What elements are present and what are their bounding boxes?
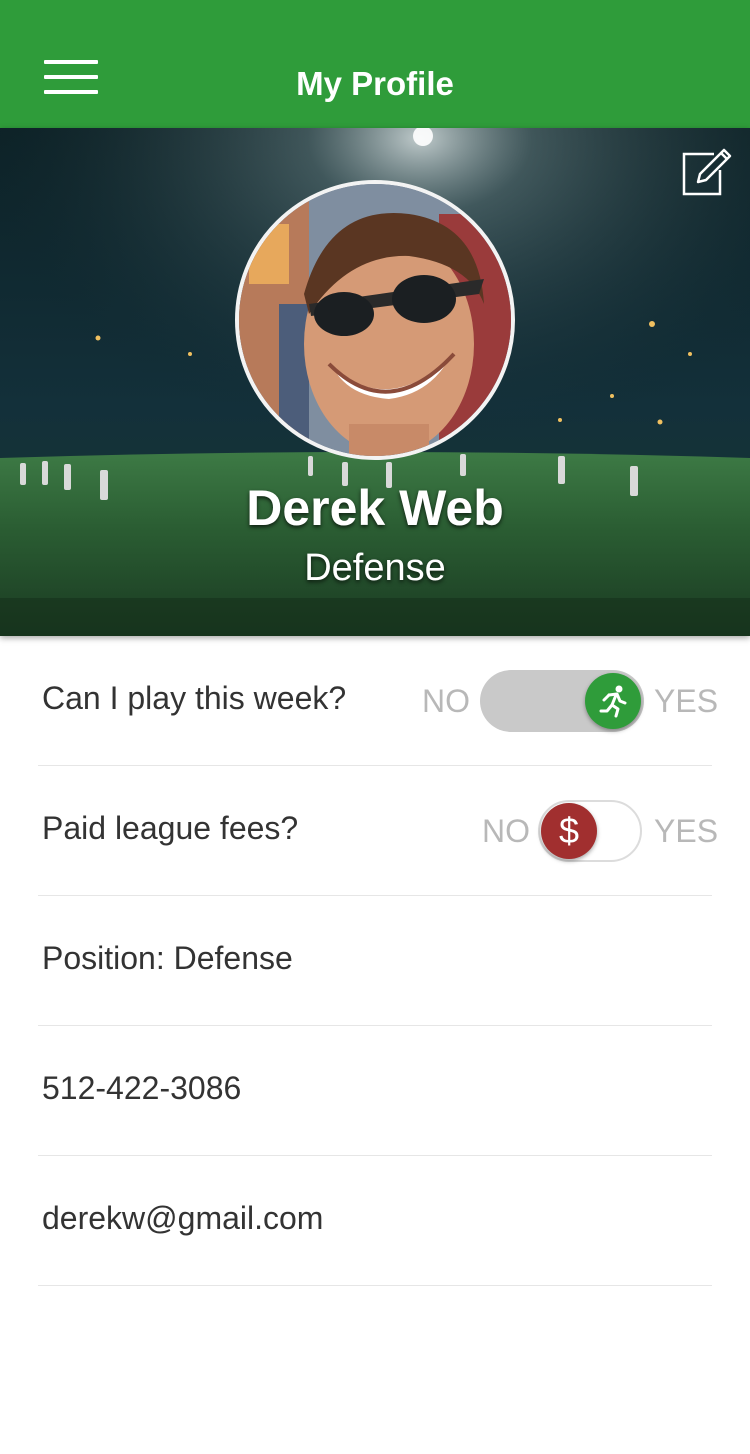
position-row: Position: Defense xyxy=(38,896,712,1026)
availability-row: Can I play this week? NO YES xyxy=(38,636,718,766)
toggle-yes-label: YES xyxy=(654,813,719,849)
phone-number[interactable]: 512-422-3086 xyxy=(42,1068,241,1108)
email-address[interactable]: derekw@gmail.com xyxy=(42,1198,323,1238)
email-row[interactable]: derekw@gmail.com xyxy=(38,1156,712,1286)
avatar-photo xyxy=(239,184,511,456)
dollar-icon[interactable]: $ xyxy=(541,803,597,859)
availability-label: Can I play this week? xyxy=(42,680,347,716)
phone-row[interactable]: 512-422-3086 xyxy=(38,1026,712,1156)
profile-position: Defense xyxy=(304,547,446,589)
profile-cover: Derek Web Defense xyxy=(0,128,750,636)
toggle-yes-label: YES xyxy=(654,683,719,719)
toggle-no-label: NO xyxy=(422,683,470,719)
availability-toggle[interactable]: NO YES xyxy=(422,670,718,732)
running-person-icon[interactable] xyxy=(585,673,641,729)
league-fees-label: Paid league fees? xyxy=(42,810,299,846)
position-text: Position: Defense xyxy=(42,940,293,976)
toggle-track[interactable]: $ xyxy=(538,800,642,862)
top-navbar: My Profile xyxy=(0,0,750,128)
toggle-track[interactable] xyxy=(480,670,644,732)
profile-avatar[interactable] xyxy=(235,180,515,460)
edit-icon[interactable] xyxy=(680,148,732,198)
page-title: My Profile xyxy=(296,65,454,102)
league-fees-row: Paid league fees? NO $ YES xyxy=(38,766,718,896)
league-fees-toggle[interactable]: NO $ YES xyxy=(482,800,718,862)
toggle-no-label: NO xyxy=(482,813,530,849)
profile-name: Derek Web xyxy=(246,480,504,536)
dollar-symbol: $ xyxy=(558,810,580,851)
